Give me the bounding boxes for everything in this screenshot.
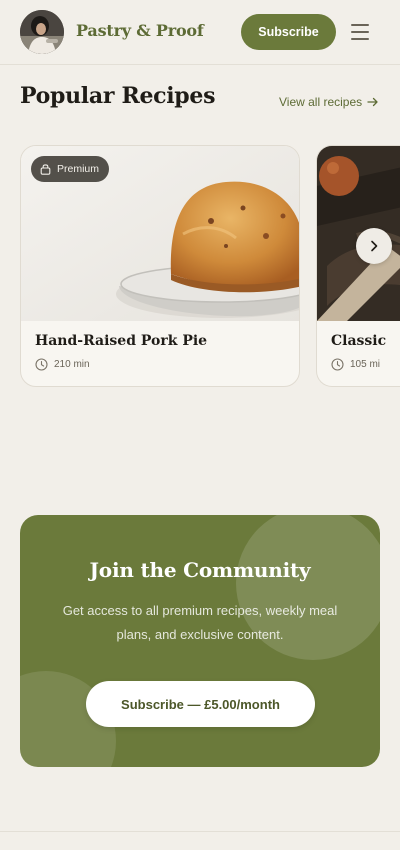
recipe-time-value: 210 min bbox=[54, 359, 90, 370]
lock-icon bbox=[40, 164, 51, 175]
hamburger-menu-icon[interactable] bbox=[350, 22, 370, 42]
chef-portrait-icon bbox=[20, 10, 64, 54]
brand-name[interactable]: Pastry & Proof bbox=[76, 21, 204, 40]
clock-icon bbox=[331, 358, 344, 371]
recipe-card[interactable]: Classic 105 mi bbox=[316, 145, 400, 387]
clock-icon bbox=[35, 358, 48, 371]
recipe-time: 210 min bbox=[35, 358, 90, 371]
recipe-title[interactable]: Hand-Raised Pork Pie bbox=[35, 333, 207, 349]
community-title: Join the Community bbox=[89, 558, 311, 582]
view-all-label: View all recipes bbox=[279, 95, 363, 109]
recipe-time-value: 105 mi bbox=[350, 359, 381, 370]
premium-badge: Premium bbox=[31, 156, 110, 182]
badge-label: Premium bbox=[57, 163, 100, 175]
divider bbox=[0, 831, 400, 832]
view-all-recipes-link[interactable]: View all recipes bbox=[279, 95, 379, 109]
carousel-next-button[interactable] bbox=[356, 228, 392, 264]
community-cta: Join the Community Get access to all pre… bbox=[20, 515, 380, 767]
community-subscribe-button[interactable]: Subscribe — £5.00/month bbox=[86, 681, 315, 727]
brand-avatar[interactable] bbox=[20, 10, 64, 54]
community-description: Get access to all premium recipes, weekl… bbox=[62, 603, 338, 642]
chevron-right-icon bbox=[371, 240, 378, 252]
recipe-title[interactable]: Classic bbox=[331, 333, 386, 349]
recipe-card[interactable]: Premium Hand-Raised Pork Pie 210 min bbox=[20, 145, 300, 387]
subscribe-button[interactable]: Subscribe bbox=[241, 14, 336, 50]
recipe-time: 105 mi bbox=[331, 358, 380, 371]
section-title: Popular Recipes bbox=[20, 83, 216, 109]
arrow-right-icon bbox=[367, 97, 378, 107]
site-header: Pastry & Proof Subscribe bbox=[0, 0, 400, 65]
